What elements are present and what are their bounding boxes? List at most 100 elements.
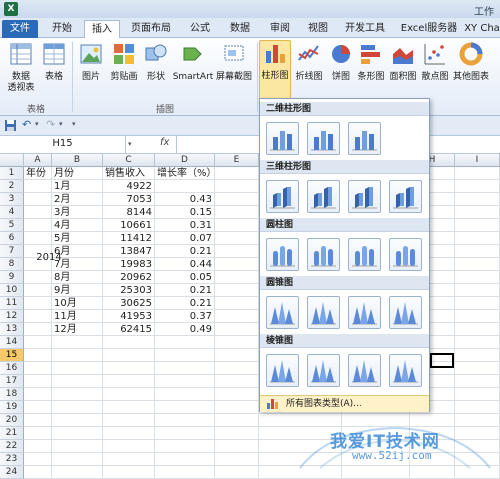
chart-type-thumbnail[interactable]: [307, 354, 340, 387]
table-button[interactable]: 表格: [40, 42, 68, 83]
header-month[interactable]: 月份: [52, 167, 103, 180]
smartart-button[interactable]: SmartArt: [172, 42, 214, 83]
column-header-a[interactable]: A: [24, 154, 52, 167]
cell-sales[interactable]: 20962: [103, 271, 155, 284]
column-chart-button[interactable]: 柱形图: [259, 40, 291, 100]
column-header-d[interactable]: D: [155, 154, 215, 167]
chart-type-thumbnail[interactable]: [348, 238, 381, 271]
row-header-17[interactable]: 17: [0, 375, 24, 388]
cell-growth[interactable]: 0.37: [155, 310, 215, 323]
row-header-3[interactable]: 3: [0, 193, 24, 206]
chart-type-thumbnail[interactable]: [307, 238, 340, 271]
header-growth[interactable]: 增长率（%）: [155, 167, 215, 180]
row-header-19[interactable]: 19: [0, 401, 24, 414]
chart-type-thumbnail[interactable]: [348, 122, 381, 155]
cell-growth[interactable]: 0.07: [155, 232, 215, 245]
tab-formulas[interactable]: 公式: [182, 20, 218, 38]
cell-sales[interactable]: 11412: [103, 232, 155, 245]
row-header-5[interactable]: 5: [0, 219, 24, 232]
cell-month[interactable]: 6月: [52, 245, 103, 258]
row-header-13[interactable]: 13: [0, 323, 24, 336]
redo-dropdown-icon[interactable]: ▾: [59, 120, 63, 128]
cell-month[interactable]: 11月: [52, 310, 103, 323]
other-charts-button[interactable]: 其他图表: [451, 42, 491, 83]
chart-type-thumbnail[interactable]: [389, 238, 422, 271]
chart-type-thumbnail[interactable]: [389, 354, 422, 387]
cell-sales[interactable]: 25303: [103, 284, 155, 297]
header-sales[interactable]: 销售收入: [103, 167, 155, 180]
tab-excel-server[interactable]: Excel服务器: [396, 20, 462, 38]
tab-review[interactable]: 审阅: [262, 20, 298, 38]
cell-growth[interactable]: 0.15: [155, 206, 215, 219]
cell-growth[interactable]: 0.21: [155, 284, 215, 297]
row-header-4[interactable]: 4: [0, 206, 24, 219]
line-chart-button[interactable]: 折线图: [293, 42, 325, 83]
all-chart-types-menu-item[interactable]: 所有图表类型(A)...: [260, 395, 429, 412]
row-header-12[interactable]: 12: [0, 310, 24, 323]
row-header-6[interactable]: 6: [0, 232, 24, 245]
pie-chart-button[interactable]: 饼图: [327, 42, 355, 83]
chart-type-thumbnail[interactable]: [348, 180, 381, 213]
row-header-7[interactable]: 7: [0, 245, 24, 258]
cell-month[interactable]: 3月: [52, 206, 103, 219]
cell-growth[interactable]: 0.43: [155, 193, 215, 206]
save-icon[interactable]: [4, 119, 17, 132]
tab-view[interactable]: 视图: [300, 20, 336, 38]
header-year[interactable]: 年份: [24, 167, 52, 180]
chart-type-thumbnail[interactable]: [348, 296, 381, 329]
chart-type-thumbnail[interactable]: [266, 122, 299, 155]
tab-home[interactable]: 开始: [44, 20, 80, 38]
area-chart-button[interactable]: 面积图: [387, 42, 419, 83]
bar-chart-button[interactable]: 条形图: [355, 42, 387, 83]
row-header-1[interactable]: 1: [0, 167, 24, 180]
tab-data[interactable]: 数据: [222, 20, 258, 38]
cell-sales[interactable]: 7053: [103, 193, 155, 206]
row-header-2[interactable]: 2: [0, 180, 24, 193]
chart-type-thumbnail[interactable]: [307, 122, 340, 155]
name-box[interactable]: H15: [0, 136, 126, 153]
row-header-15[interactable]: 15: [0, 349, 24, 362]
cell-growth[interactable]: 0.44: [155, 258, 215, 271]
chart-type-thumbnail[interactable]: [307, 296, 340, 329]
tab-insert[interactable]: 插入: [84, 20, 120, 39]
pivot-table-button[interactable]: 数据 透视表: [4, 42, 38, 94]
row-header-8[interactable]: 8: [0, 258, 24, 271]
undo-dropdown-icon[interactable]: ▾: [35, 120, 39, 128]
cell-sales[interactable]: 4922: [103, 180, 155, 193]
chart-type-thumbnail[interactable]: [266, 180, 299, 213]
cell-sales[interactable]: 41953: [103, 310, 155, 323]
cell-month[interactable]: 7月: [52, 258, 103, 271]
chart-type-thumbnail[interactable]: [266, 296, 299, 329]
select-all-corner[interactable]: [0, 154, 24, 167]
selected-cell-h15[interactable]: [430, 353, 454, 368]
cell-sales[interactable]: 62415: [103, 323, 155, 336]
chart-type-thumbnail[interactable]: [389, 296, 422, 329]
chart-type-thumbnail[interactable]: [266, 354, 299, 387]
row-header-10[interactable]: 10: [0, 284, 24, 297]
cell-sales[interactable]: 30625: [103, 297, 155, 310]
cell-month[interactable]: 12月: [52, 323, 103, 336]
cell-month[interactable]: 4月: [52, 219, 103, 232]
picture-button[interactable]: 图片: [76, 42, 106, 83]
cell-sales[interactable]: 10661: [103, 219, 155, 232]
tab-page-layout[interactable]: 页面布局: [124, 20, 178, 38]
cell-sales[interactable]: 13847: [103, 245, 155, 258]
row-header-21[interactable]: 21: [0, 427, 24, 440]
shapes-button[interactable]: 形状: [142, 42, 170, 83]
redo-icon[interactable]: ↷: [46, 118, 55, 131]
column-header-e[interactable]: E: [215, 154, 259, 167]
cell-growth[interactable]: 0.21: [155, 245, 215, 258]
insert-function-icon[interactable]: fx: [160, 137, 169, 148]
column-header-i[interactable]: I: [455, 154, 500, 167]
cell-month[interactable]: 1月: [52, 180, 103, 193]
clip-art-button[interactable]: 剪贴画: [108, 42, 140, 83]
column-header-c[interactable]: C: [103, 154, 155, 167]
row-header-14[interactable]: 14: [0, 336, 24, 349]
row-header-9[interactable]: 9: [0, 271, 24, 284]
cell-month[interactable]: 8月: [52, 271, 103, 284]
tab-developer[interactable]: 开发工具: [338, 20, 392, 38]
row-header-16[interactable]: 16: [0, 362, 24, 375]
chart-type-thumbnail[interactable]: [307, 180, 340, 213]
cell-sales[interactable]: 19983: [103, 258, 155, 271]
cell-month[interactable]: 5月: [52, 232, 103, 245]
